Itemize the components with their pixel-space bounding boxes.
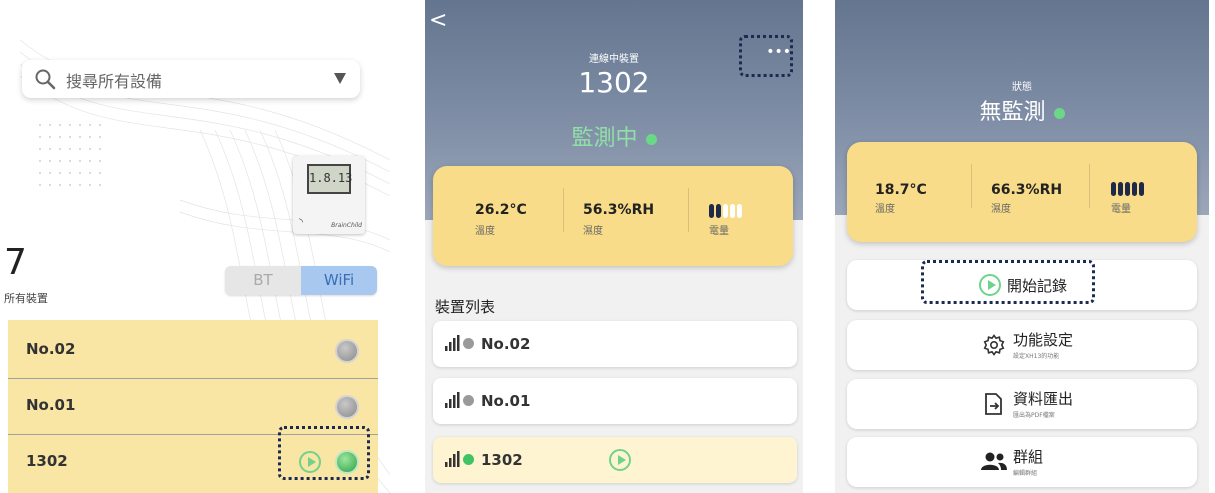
- search-icon: [35, 69, 56, 90]
- device-list-screen: 搜尋所有設備 1.8.13 ◝ BrainChild 7 所有裝置 BT WiF…: [0, 0, 390, 493]
- battery-segment: [730, 204, 735, 218]
- section-title: 裝置列表: [435, 298, 496, 316]
- status-label: 監測中: [571, 126, 638, 151]
- battery-label: 電量: [1111, 204, 1131, 215]
- status-text: 監測中: [425, 120, 803, 152]
- button-sublabel: 設定XH13的功能: [1013, 353, 1060, 360]
- battery-segment: [1139, 182, 1144, 196]
- play-icon[interactable]: [609, 449, 631, 471]
- status-dot-grey: [463, 338, 474, 349]
- divider: [1089, 164, 1090, 208]
- triangle-down-icon[interactable]: [332, 70, 348, 86]
- highlight-box: [278, 426, 370, 480]
- device-name: No.02: [26, 340, 76, 358]
- list-item[interactable]: No.02: [433, 321, 797, 367]
- status-dot-grey: [335, 395, 359, 419]
- device-detail-screen: < 連線中裝置 1302 ••• 監測中 26.2°C 溫度 56.3%RH 濕…: [425, 0, 803, 493]
- battery-segment: [1118, 182, 1123, 196]
- device-name: No.01: [481, 392, 531, 410]
- group-button[interactable]: 群組 編輯群組: [847, 437, 1197, 487]
- status-dot-green: [1053, 107, 1065, 119]
- humidity-label: 濕度: [583, 226, 603, 237]
- settings-button[interactable]: 功能設定 設定XH13的功能: [847, 320, 1197, 370]
- divider: [971, 164, 972, 208]
- search-placeholder: 搜尋所有設備: [66, 72, 163, 91]
- status-dot-green: [463, 454, 474, 465]
- device-name: 1302: [26, 452, 68, 470]
- header-subtitle: 狀態: [1012, 82, 1032, 93]
- gear-icon: [983, 334, 1005, 356]
- group-icon: [981, 452, 1007, 470]
- sensor-card: 18.7°C 溫度 66.3%RH 濕度 電量: [847, 142, 1197, 242]
- list-item-selected[interactable]: 1302: [433, 437, 797, 483]
- sensor-card: 26.2°C 溫度 56.3%RH 濕度 電量: [433, 166, 793, 266]
- temperature-value: 18.7°C: [875, 182, 927, 198]
- status-label: 無監測: [979, 100, 1046, 125]
- status-dot-grey: [463, 395, 474, 406]
- battery-icon: [1111, 182, 1146, 196]
- button-label: 資料匯出: [1013, 390, 1074, 408]
- divider: [563, 188, 564, 232]
- button-label: 功能設定: [1013, 331, 1074, 349]
- device-name: 1302: [481, 451, 523, 469]
- chevron-left-icon[interactable]: <: [429, 8, 447, 33]
- signal-bars-icon: [445, 392, 460, 408]
- device-menu-screen: 狀態 無監測 18.7°C 溫度 66.3%RH 濕度 電量 開始記錄 功能設定…: [835, 0, 1209, 493]
- device-count-label: 所有裝置: [4, 292, 48, 305]
- device-name: No.02: [481, 335, 531, 353]
- signal-bars-icon: [445, 451, 460, 467]
- humidity-value: 56.3%RH: [583, 202, 655, 218]
- battery-segment: [709, 204, 714, 218]
- highlight-box: [921, 260, 1095, 304]
- signal-bars-icon: [445, 335, 460, 351]
- connection-type-toggle: BT WiFi: [225, 266, 377, 295]
- button-label: 群組: [1013, 448, 1044, 466]
- battery-segment: [1111, 182, 1116, 196]
- temperature-label: 溫度: [875, 204, 895, 215]
- highlight-box: [739, 35, 793, 77]
- device-product-image: 1.8.13 ◝ BrainChild: [293, 156, 365, 234]
- tab-wifi[interactable]: WiFi: [301, 266, 377, 295]
- battery-segment: [1132, 182, 1137, 196]
- battery-segment: [1125, 182, 1130, 196]
- battery-segment: [723, 204, 728, 218]
- export-data-button[interactable]: 資料匯出 匯出為PDF檔案: [847, 379, 1197, 429]
- battery-segment: [737, 204, 742, 218]
- device-count: 7: [4, 242, 27, 283]
- button-sublabel: 匯出為PDF檔案: [1013, 412, 1055, 419]
- temperature-label: 溫度: [475, 226, 495, 237]
- wifi-icon: ◝: [299, 217, 303, 228]
- list-item[interactable]: No.02: [8, 322, 378, 379]
- battery-icon: [709, 204, 744, 218]
- export-file-icon: [985, 393, 1002, 415]
- button-sublabel: 編輯群組: [1013, 470, 1038, 477]
- dot-grid-decoration: [39, 124, 101, 186]
- device-brand-logo: BrainChild: [331, 222, 362, 229]
- status-dot-grey: [335, 339, 359, 363]
- device-name: No.01: [26, 396, 76, 414]
- device-lcd-readout: 1.8.13: [307, 164, 352, 194]
- status-dot-green: [645, 133, 657, 145]
- tab-bt[interactable]: BT: [225, 266, 301, 295]
- list-item[interactable]: No.01: [433, 378, 797, 424]
- divider: [688, 188, 689, 232]
- status-text: 無監測: [835, 94, 1209, 126]
- battery-segment: [716, 204, 721, 218]
- humidity-value: 66.3%RH: [991, 182, 1063, 198]
- battery-label: 電量: [709, 226, 729, 237]
- humidity-label: 濕度: [991, 204, 1011, 215]
- search-bar[interactable]: 搜尋所有設備: [22, 60, 360, 98]
- temperature-value: 26.2°C: [475, 202, 527, 218]
